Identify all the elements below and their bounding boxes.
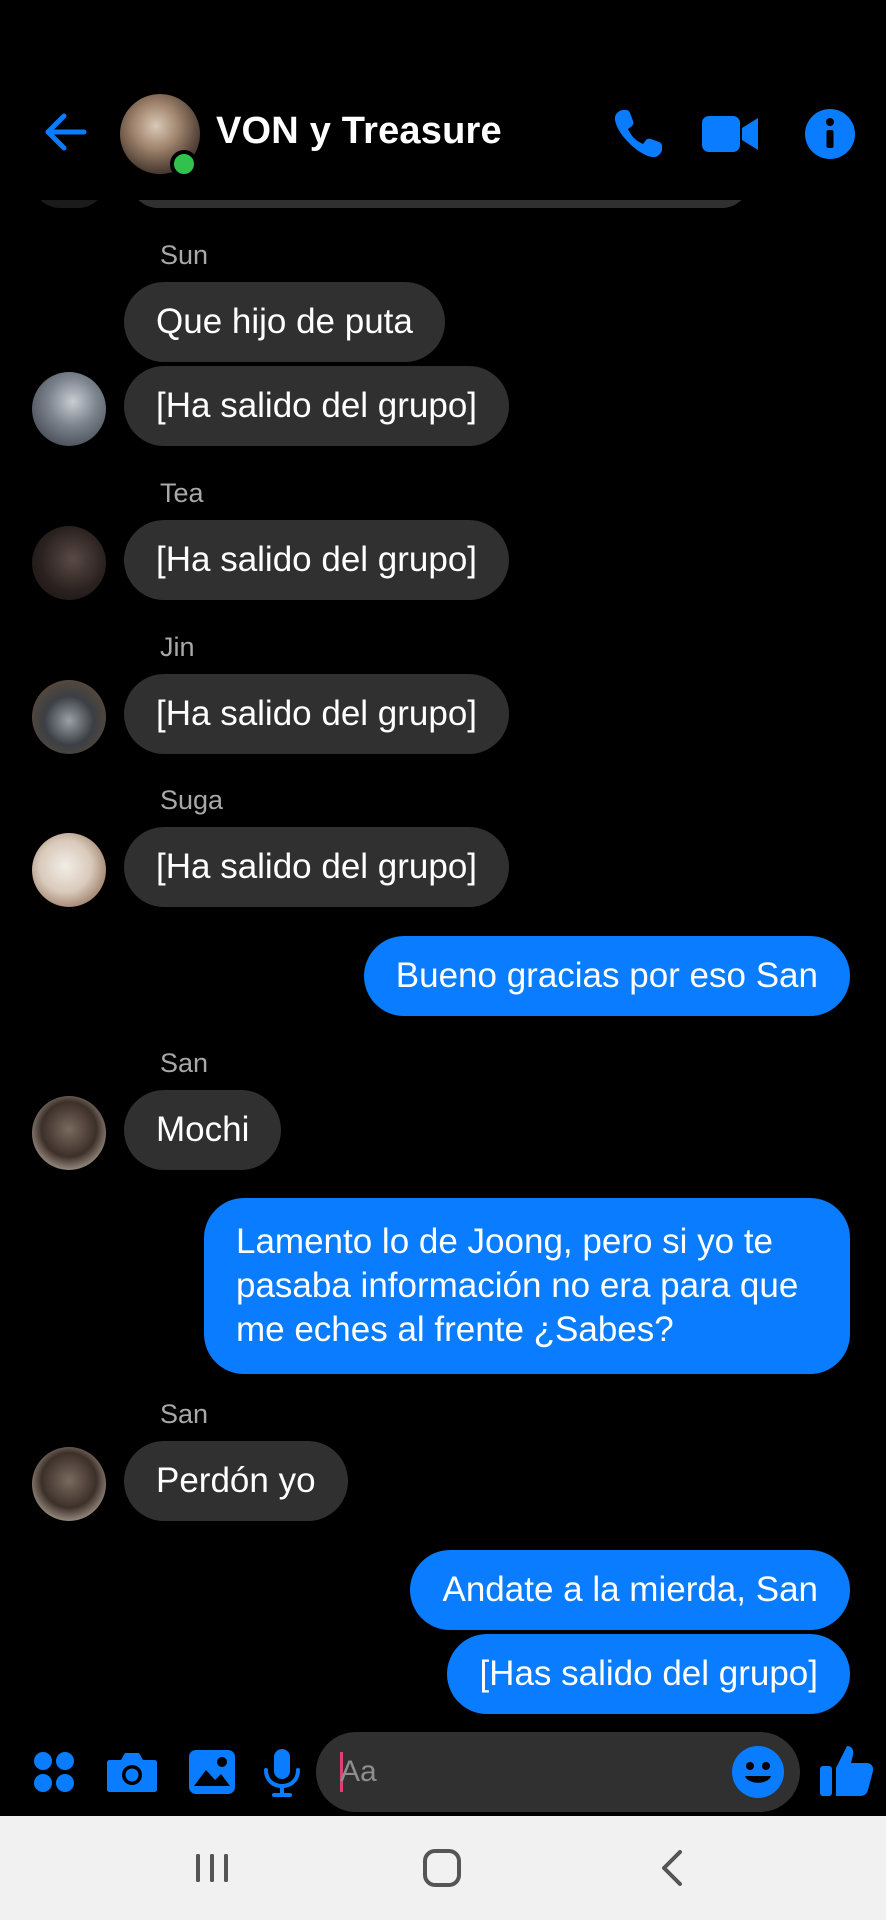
recent-apps-icon[interactable]	[182, 1838, 242, 1898]
back-arrow-icon[interactable]	[40, 106, 92, 158]
sender-name: San	[160, 1399, 209, 1429]
avatar[interactable]	[32, 526, 106, 600]
camera-icon[interactable]	[104, 1744, 160, 1800]
sender-name: Suga	[160, 785, 224, 815]
message-bubble[interactable]: [Ha salido del grupo]	[124, 366, 510, 446]
message-composer	[0, 1730, 886, 1816]
sender-name: San	[160, 1048, 209, 1078]
chat-title[interactable]: VON y Treasure	[216, 110, 502, 153]
emoji-icon[interactable]	[730, 1744, 786, 1800]
back-icon[interactable]	[642, 1838, 702, 1898]
message-input[interactable]	[340, 1732, 720, 1812]
my-message-bubble[interactable]: Lamento lo de Joong, pero si yo te pasab…	[204, 1198, 850, 1374]
message-bubble[interactable]: Perdón yo	[124, 1441, 348, 1521]
menu-dots-icon[interactable]	[26, 1744, 82, 1800]
message-bubble[interactable]: Mochi	[124, 1090, 282, 1170]
sender-name: Sun	[160, 240, 209, 270]
message-bubble[interactable]: [Ha salido del grupo]	[124, 674, 510, 754]
my-message-bubble[interactable]: Bueno gracias por eso San	[363, 936, 850, 1016]
message-bubble[interactable]: Que hijo de puta	[124, 282, 445, 362]
info-icon[interactable]	[800, 104, 860, 164]
my-message-bubble[interactable]: [Has salido del grupo]	[447, 1634, 850, 1714]
phone-call-icon[interactable]	[608, 104, 668, 164]
message-list[interactable]: Sun Que hijo de puta [Ha salido del grup…	[0, 160, 886, 1730]
avatar[interactable]	[32, 372, 106, 446]
chat-header: VON y Treasure	[0, 0, 886, 200]
video-call-icon[interactable]	[700, 104, 760, 164]
avatar[interactable]	[32, 1096, 106, 1170]
sender-name: Tea	[160, 478, 204, 508]
message-bubble[interactable]: [Ha salido del grupo]	[124, 827, 510, 907]
gallery-icon[interactable]	[184, 1744, 240, 1800]
home-icon[interactable]	[412, 1838, 472, 1898]
message-field[interactable]	[316, 1732, 800, 1812]
avatar[interactable]	[32, 680, 106, 754]
system-nav-bar	[0, 1816, 886, 1920]
sender-name: Jin	[160, 632, 195, 662]
avatar[interactable]	[32, 1447, 106, 1521]
messenger-screen: VON y Treasure Sun Que hijo de puta [Ha …	[0, 0, 886, 1920]
my-message-bubble[interactable]: Andate a la mierda, San	[410, 1550, 850, 1630]
online-status-dot	[170, 150, 198, 178]
message-bubble[interactable]: [Ha salido del grupo]	[124, 520, 510, 600]
avatar[interactable]	[32, 833, 106, 907]
thumbs-up-icon[interactable]	[816, 1740, 876, 1800]
microphone-icon[interactable]	[254, 1744, 310, 1800]
